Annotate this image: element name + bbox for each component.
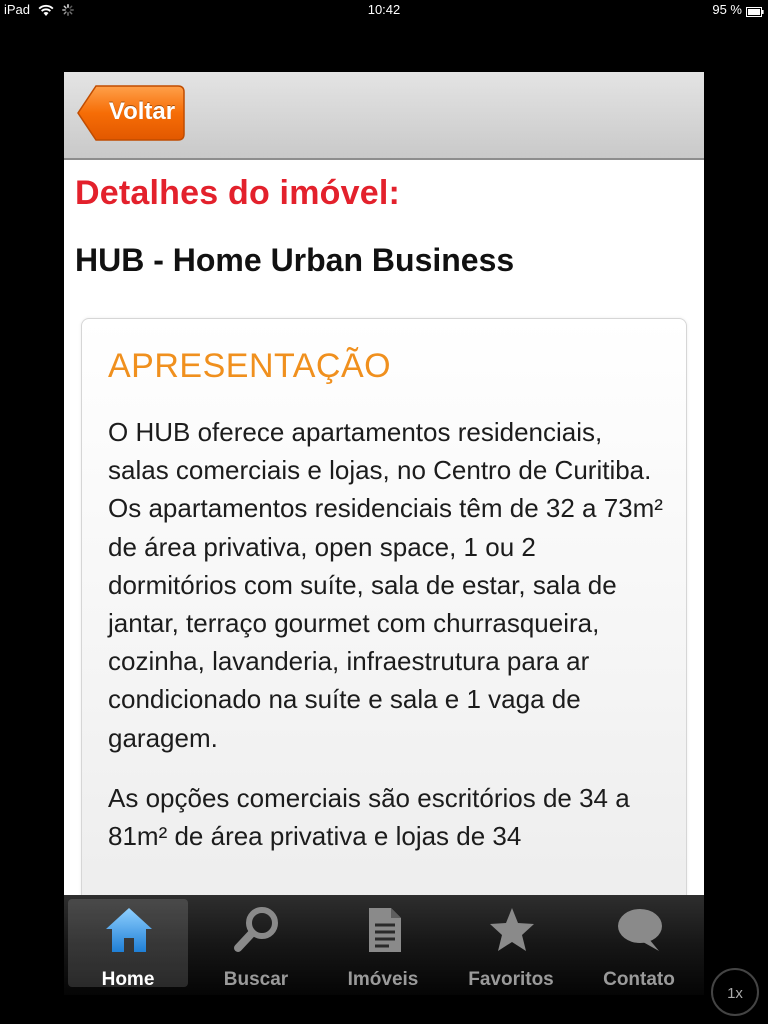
battery-icon xyxy=(746,5,764,17)
card-body: O HUB oferece apartamentos residenciais,… xyxy=(108,413,668,877)
app-window: Voltar Detalhes do imóvel: HUB - Home Ur… xyxy=(64,72,704,944)
navigation-header: Voltar xyxy=(64,72,704,160)
status-bar-time: 10:42 xyxy=(367,2,401,17)
tab-search[interactable]: Buscar xyxy=(196,899,316,990)
star-icon xyxy=(490,908,534,951)
tab-home[interactable]: Home xyxy=(68,899,188,990)
status-bar-right: 95 % xyxy=(712,2,764,17)
tab-label: Buscar xyxy=(223,969,289,990)
presentation-card: APRESENTAÇÃO O HUB oferece apartamentos … xyxy=(81,318,687,895)
search-icon xyxy=(234,907,278,952)
status-bar: iPad 10:42 95 % xyxy=(0,0,768,20)
tab-contact[interactable]: Contato xyxy=(579,899,699,990)
battery-percent: 95 % xyxy=(712,2,742,17)
back-button[interactable]: Voltar xyxy=(76,84,186,142)
tab-label: Contato xyxy=(603,969,675,990)
home-icon xyxy=(106,908,152,952)
speech-bubble-icon xyxy=(618,909,662,951)
tab-properties[interactable]: Imóveis xyxy=(323,899,443,990)
tab-label: Favoritos xyxy=(468,969,554,990)
paragraph: O HUB oferece apartamentos residenciais,… xyxy=(108,417,663,753)
paragraph: As opções comerciais são escritórios de … xyxy=(108,782,630,852)
zoom-toggle-button[interactable]: 1x xyxy=(711,968,759,1016)
document-icon xyxy=(369,908,401,952)
tab-favorites[interactable]: Favoritos xyxy=(451,899,571,990)
page-title: Detalhes do imóvel: xyxy=(75,174,400,212)
tab-label: Imóveis xyxy=(347,969,419,990)
tab-label: Home xyxy=(101,969,155,990)
card-title: APRESENTAÇÃO xyxy=(108,347,392,385)
content-area[interactable]: Detalhes do imóvel: HUB - Home Urban Bus… xyxy=(64,160,704,895)
property-name: HUB - Home Urban Business xyxy=(75,242,515,278)
back-button-label: Voltar xyxy=(108,98,176,125)
tab-bar: Home Buscar Imóveis Favoritos Contato xyxy=(64,895,704,995)
